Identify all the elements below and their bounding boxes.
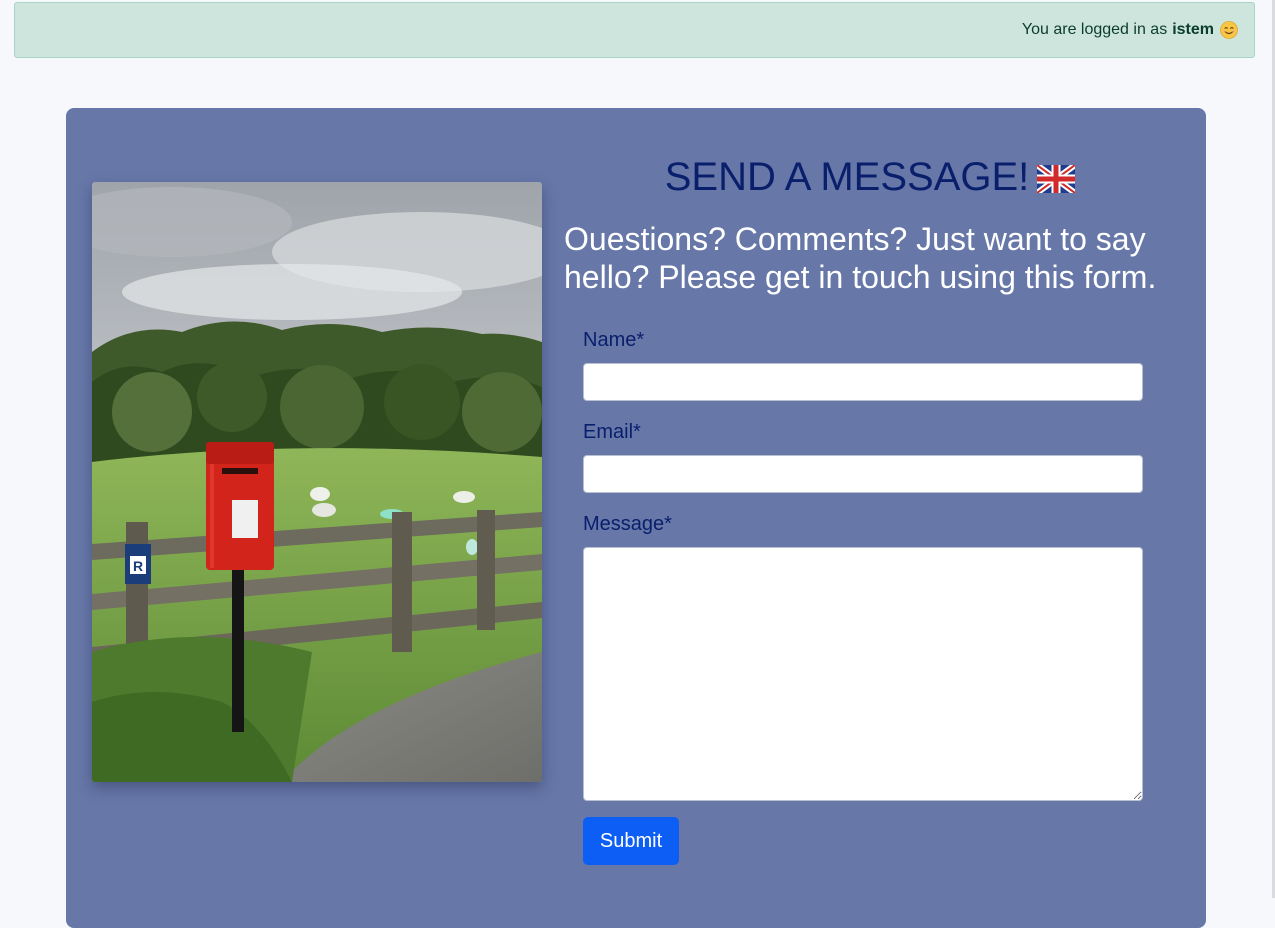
uk-flag-icon xyxy=(1035,157,1078,203)
login-status-text: You are logged in as xyxy=(1021,21,1168,38)
intro-text: Ouestions? Comments? Just want to say he… xyxy=(564,221,1157,295)
smiling-face-icon xyxy=(1220,21,1238,39)
name-label: Name* xyxy=(583,329,645,351)
contact-card: R SEND A MESSAGE! Ouestions? Comments? J… xyxy=(66,108,1206,928)
name-field[interactable] xyxy=(583,363,1143,401)
email-field[interactable] xyxy=(583,455,1143,493)
message-label: Message* xyxy=(583,513,672,535)
message-field[interactable] xyxy=(583,547,1143,801)
logged-in-username: istem xyxy=(1172,21,1214,38)
page-title-text: SEND A MESSAGE! xyxy=(664,155,1030,199)
submit-button[interactable]: Submit xyxy=(583,817,679,865)
svg-text:R: R xyxy=(133,558,143,574)
login-status-banner: You are logged in as istem xyxy=(14,2,1255,58)
page-title: SEND A MESSAGE! xyxy=(564,154,1176,203)
email-label: Email* xyxy=(583,421,641,443)
post-box-photo: R xyxy=(92,182,542,782)
